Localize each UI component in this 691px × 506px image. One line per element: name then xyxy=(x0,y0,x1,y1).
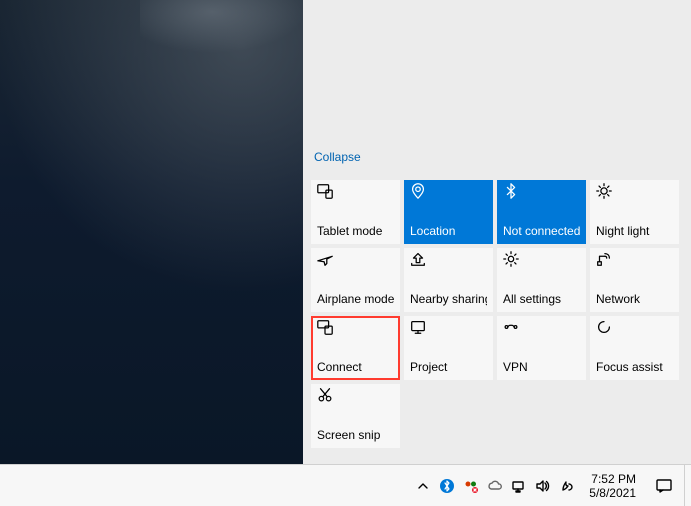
network-icon xyxy=(594,250,614,268)
tile-label: All settings xyxy=(503,292,580,306)
action-center-panel: Collapse Tablet mode Location Not connecte… xyxy=(303,0,691,464)
tile-airplane-mode[interactable]: Airplane mode xyxy=(311,248,400,312)
bluetooth-icon xyxy=(501,182,521,200)
vpn-icon xyxy=(501,318,521,336)
tile-project[interactable]: Project xyxy=(404,316,493,380)
settings-icon xyxy=(501,250,521,268)
input-indicator-tray-icon[interactable] xyxy=(557,466,577,506)
taskbar: 7:52 PM 5/8/2021 xyxy=(0,464,691,506)
tile-label: Screen snip xyxy=(317,428,394,442)
onedrive-tray-icon[interactable] xyxy=(485,466,505,506)
tile-label: Network xyxy=(596,292,673,306)
focus-assist-icon xyxy=(594,318,614,336)
tile-network[interactable]: Network xyxy=(590,248,679,312)
taskbar-clock[interactable]: 7:52 PM 5/8/2021 xyxy=(581,465,644,506)
share-icon xyxy=(408,250,428,268)
taskbar-date: 5/8/2021 xyxy=(589,486,636,500)
tile-label: Airplane mode xyxy=(317,292,394,306)
action-center-button[interactable] xyxy=(644,465,684,506)
tile-vpn[interactable]: VPN xyxy=(497,316,586,380)
tile-bluetooth[interactable]: Not connected xyxy=(497,180,586,244)
taskbar-time: 7:52 PM xyxy=(591,472,636,486)
tile-label: Location xyxy=(410,224,487,238)
show-desktop-button[interactable] xyxy=(684,465,691,506)
location-icon xyxy=(408,182,428,200)
airplane-icon xyxy=(315,250,335,268)
tile-label: VPN xyxy=(503,360,580,374)
windows-security-tray-icon[interactable] xyxy=(461,466,481,506)
tile-nearby-sharing[interactable]: Nearby sharing xyxy=(404,248,493,312)
tile-location[interactable]: Location xyxy=(404,180,493,244)
quick-action-tiles: Tablet mode Location Not connected Night li… xyxy=(311,180,679,448)
network-tray-icon[interactable] xyxy=(509,466,529,506)
tile-label: Tablet mode xyxy=(317,224,394,238)
tile-tablet-mode[interactable]: Tablet mode xyxy=(311,180,400,244)
tile-all-settings[interactable]: All settings xyxy=(497,248,586,312)
tile-label: Night light xyxy=(596,224,673,238)
collapse-link[interactable]: Collapse xyxy=(314,150,361,164)
tile-label: Connect xyxy=(317,360,394,374)
connect-icon xyxy=(315,318,335,336)
tray-overflow-button[interactable] xyxy=(413,466,433,506)
tile-label: Focus assist xyxy=(596,360,673,374)
tablet-icon xyxy=(315,182,335,200)
tile-connect[interactable]: Connect xyxy=(311,316,400,380)
system-tray xyxy=(413,465,581,506)
tile-focus-assist[interactable]: Focus assist xyxy=(590,316,679,380)
volume-tray-icon[interactable] xyxy=(533,466,553,506)
project-icon xyxy=(408,318,428,336)
tile-label: Not connected xyxy=(503,224,580,238)
night-light-icon xyxy=(594,182,614,200)
tile-night-light[interactable]: Night light xyxy=(590,180,679,244)
tile-label: Nearby sharing xyxy=(410,292,487,306)
bluetooth-tray-icon[interactable] xyxy=(437,466,457,506)
tile-label: Project xyxy=(410,360,487,374)
snip-icon xyxy=(315,386,335,404)
tile-screen-snip[interactable]: Screen snip xyxy=(311,384,400,448)
